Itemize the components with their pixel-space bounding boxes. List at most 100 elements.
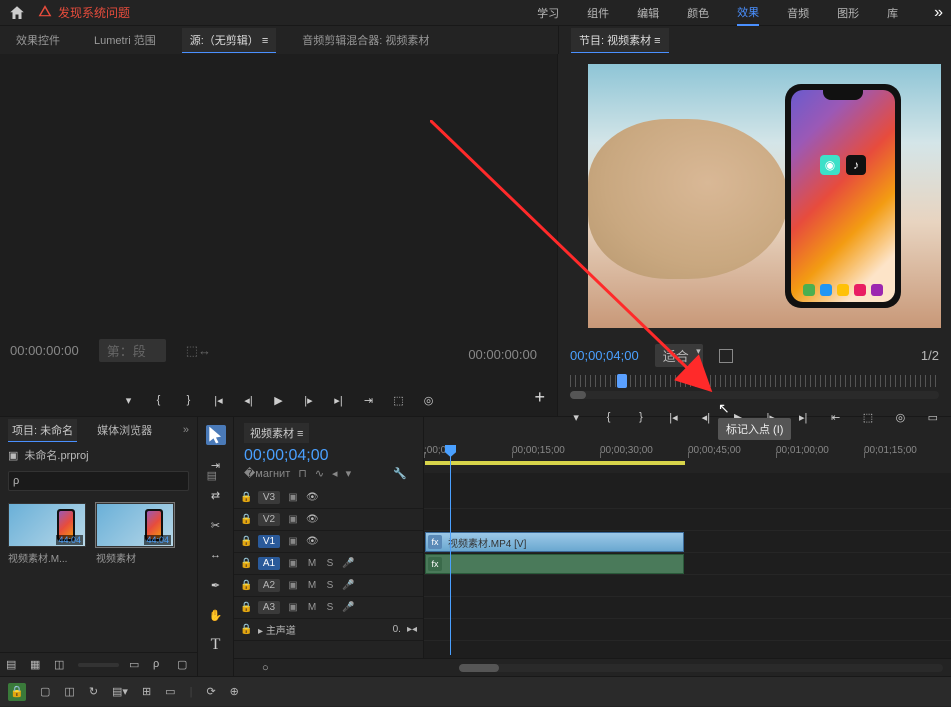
- video-clip[interactable]: fx 视频素材.MP4 [V]: [425, 532, 684, 552]
- tab-program[interactable]: 节目: 视频素材 ≡: [571, 28, 669, 53]
- lane-master: [424, 619, 951, 641]
- track-head-v3[interactable]: 🔒V3▣👁: [234, 487, 423, 509]
- ripple-edit-tool[interactable]: ⇄: [206, 485, 226, 505]
- workspace-color[interactable]: 颜色: [687, 1, 709, 25]
- project-filename: 未命名.prproj: [24, 447, 88, 463]
- workspace-audio[interactable]: 音频: [787, 1, 809, 25]
- bs-icon-1[interactable]: ▢: [40, 685, 50, 698]
- project-tabs: 项目: 未命名 媒体浏览器 »: [0, 417, 197, 443]
- overwrite-button[interactable]: ⬚: [391, 392, 407, 408]
- ruler-tick: 00;00;15;00: [512, 445, 565, 456]
- zoom-slider[interactable]: [78, 663, 119, 667]
- tab-lumetri[interactable]: Lumetri 范围: [86, 28, 164, 52]
- sequence-tab[interactable]: 视频素材 ≡: [244, 423, 309, 443]
- tl-circle-icon[interactable]: ○: [262, 662, 269, 674]
- slip-tool[interactable]: ↔: [206, 545, 226, 565]
- workspace-graphics[interactable]: 图形: [837, 1, 859, 25]
- phone-graphic: ◉ ♪: [785, 84, 901, 308]
- source-fragment-select[interactable]: 第：段: [99, 339, 166, 362]
- razor-tool[interactable]: ✂: [206, 515, 226, 535]
- find-icon[interactable]: ρ: [153, 658, 167, 672]
- step-forward-button[interactable]: |▸: [301, 392, 317, 408]
- track-lanes[interactable]: fx 视频素材.MP4 [V] fx: [424, 473, 951, 658]
- type-tool[interactable]: T: [206, 635, 226, 655]
- export-frame-button[interactable]: ◎: [421, 392, 437, 408]
- freeform-view-icon[interactable]: ◫: [54, 658, 68, 672]
- program-timecode[interactable]: 00;00;04;00: [570, 348, 639, 363]
- hand-tool[interactable]: ✋: [206, 605, 226, 625]
- resolution-fraction[interactable]: 1/2: [921, 348, 939, 363]
- mark-in-button[interactable]: {: [151, 392, 167, 408]
- mark-out-button[interactable]: }: [181, 392, 197, 408]
- system-issue-label[interactable]: 发现系统问题: [58, 4, 130, 21]
- clip-label: 视频素材.MP4 [V]: [448, 535, 526, 550]
- go-to-in-button[interactable]: |◂: [211, 392, 227, 408]
- workspace-overflow-icon[interactable]: »: [934, 4, 943, 22]
- bs-icon-4[interactable]: ▤▾: [112, 685, 128, 698]
- source-panel-tabs: 效果控件 Lumetri 范围 源:（无剪辑） ≡ 音频剪辑混合器: 视频素材: [0, 26, 558, 54]
- tab-effect-controls[interactable]: 效果控件: [8, 28, 68, 52]
- workspace-library[interactable]: 库: [887, 1, 898, 25]
- add-marker-button[interactable]: ▾: [121, 392, 137, 408]
- play-button[interactable]: ▶: [271, 392, 287, 408]
- step-back-button[interactable]: ◂|: [241, 392, 257, 408]
- track-head-v1[interactable]: 🔒V1▣👁: [234, 531, 423, 553]
- project-item-1[interactable]: 44:04 视频素材.M...: [8, 503, 86, 565]
- tab-project[interactable]: 项目: 未命名: [8, 419, 77, 442]
- bs-icon-3[interactable]: ↻: [89, 685, 98, 698]
- track-head-a1[interactable]: 🔒A1▣MS🎤: [234, 553, 423, 575]
- lane-v1: fx 视频素材.MP4 [V]: [424, 531, 951, 553]
- timeline-zoom-bar[interactable]: [459, 664, 943, 672]
- list-view-icon[interactable]: ▤: [6, 658, 20, 672]
- selection-tool[interactable]: [206, 425, 226, 445]
- search-filter-icon[interactable]: ▤: [207, 469, 217, 482]
- workspace-learn[interactable]: 学习: [537, 1, 559, 25]
- panel-menu-icon[interactable]: »: [183, 424, 189, 436]
- auto-sequence-icon[interactable]: ▭: [129, 658, 143, 672]
- workspace-editing[interactable]: 编辑: [637, 1, 659, 25]
- tab-media-browser[interactable]: 媒体浏览器: [93, 419, 156, 441]
- safe-margins-icon[interactable]: [719, 349, 733, 363]
- sequence-timecode[interactable]: 00;00;04;00: [244, 447, 413, 465]
- insert-button[interactable]: ⇥: [361, 392, 377, 408]
- project-search-input[interactable]: ρ: [8, 471, 189, 491]
- home-icon[interactable]: [8, 4, 26, 22]
- pen-tool[interactable]: ✒: [206, 575, 226, 595]
- mark-in-tooltip: 标记入点 (I): [718, 418, 791, 440]
- bs-icon-5[interactable]: ⊞: [142, 685, 151, 698]
- go-to-out-button[interactable]: ▸|: [331, 392, 347, 408]
- program-scroll-bar[interactable]: [570, 391, 939, 399]
- button-editor-icon[interactable]: +: [534, 387, 545, 408]
- scrub-handle[interactable]: [617, 374, 627, 388]
- bs-icon-6[interactable]: ▭: [165, 685, 175, 698]
- audio-clip[interactable]: fx: [425, 554, 684, 574]
- bs-icon-8[interactable]: ⊕: [230, 685, 239, 698]
- bs-icon-7[interactable]: ⟳: [206, 685, 215, 698]
- track-head-v2[interactable]: 🔒V2▣👁: [234, 509, 423, 531]
- zoom-fit-select[interactable]: 适合: [655, 344, 703, 367]
- source-tc-left[interactable]: 00:00:00:00: [10, 343, 79, 358]
- track-head-a3[interactable]: 🔒A3▣MS🎤: [234, 597, 423, 619]
- bin-icon: ▣: [8, 449, 18, 462]
- lane-a1: fx: [424, 553, 951, 575]
- tab-audio-clip-mixer[interactable]: 音频剪辑混合器: 视频素材: [294, 28, 437, 52]
- program-scrub-bar[interactable]: [570, 375, 939, 387]
- program-controls: 00;00;04;00 适合 1/2 ▾ { } |◂ ◂| ▶ |▸ ▸| ⇤…: [558, 338, 951, 416]
- track-head-master[interactable]: 🔒主声道0.▸◂: [234, 619, 423, 641]
- new-bin-icon[interactable]: ▢: [177, 658, 191, 672]
- timeline-ruler[interactable]: ;00;0000;00;15;0000;00;30;0000;00;45;000…: [424, 417, 951, 473]
- track-head-a2[interactable]: 🔒A2▣MS🎤: [234, 575, 423, 597]
- app-icon-tiktok: ♪: [846, 155, 866, 175]
- tab-source-noclip[interactable]: 源:（无剪辑） ≡: [182, 28, 277, 53]
- lock-icon[interactable]: 🔒: [8, 683, 26, 701]
- workspace-assembly[interactable]: 组件: [587, 1, 609, 25]
- work-area-bar[interactable]: [425, 461, 685, 465]
- tools-panel: ⇥ ⇄ ✂ ↔ ✒ ✋ T: [198, 417, 234, 676]
- link-icon[interactable]: ⬚↔: [186, 343, 211, 359]
- project-panel: 项目: 未命名 媒体浏览器 » ▣ 未命名.prproj ρ ▤ 44:04 视…: [0, 417, 198, 676]
- bs-icon-2[interactable]: ◫: [64, 685, 74, 698]
- icon-view-icon[interactable]: ▦: [30, 658, 44, 672]
- ruler-tick: 00;00;30;00: [600, 445, 653, 456]
- workspace-effects[interactable]: 效果: [737, 0, 759, 26]
- project-item-2[interactable]: 44:04 视频素材: [96, 503, 174, 565]
